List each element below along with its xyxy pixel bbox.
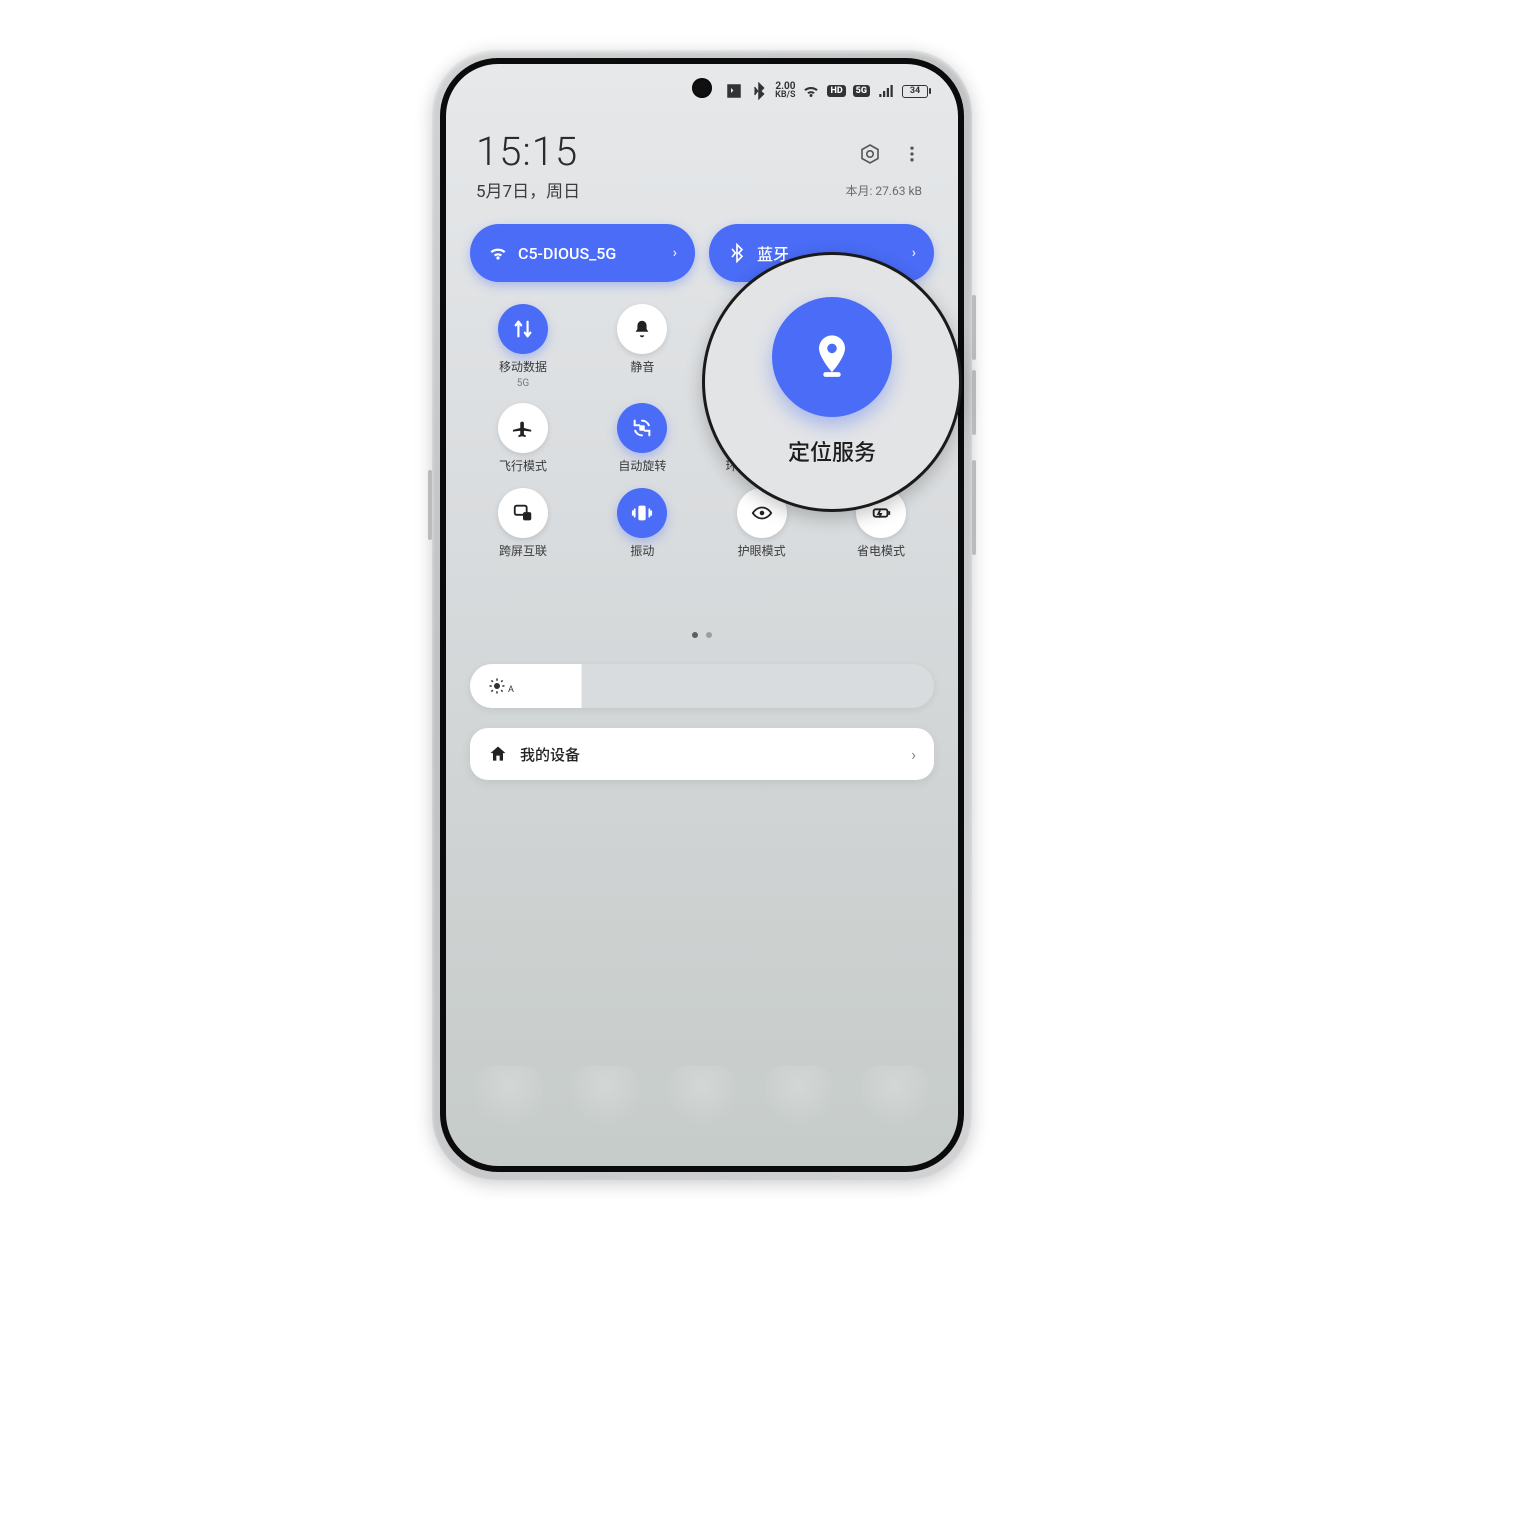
net-badge: 5G (853, 85, 870, 97)
front-camera (692, 78, 712, 98)
tile-plane[interactable]: 飞行模式 (470, 403, 576, 473)
tile-label: 振动 (630, 544, 654, 558)
nfc-icon (725, 82, 743, 100)
rotate-icon (617, 403, 667, 453)
volume-up-button (972, 295, 976, 360)
callout-magnifier: 定位服务 (702, 252, 962, 512)
tile-label: 省电模式 (857, 544, 905, 558)
page-indicator (446, 632, 958, 638)
wifi-icon (488, 243, 508, 263)
tile-label: 自动旋转 (618, 459, 666, 473)
data-usage: 本月: 27.63 kB (845, 182, 922, 199)
volume-down-button (972, 370, 976, 435)
callout-label: 定位服务 (788, 435, 876, 467)
battery-indicator: 34 (902, 85, 928, 98)
signal-icon (877, 82, 895, 100)
net-speed: 2.00 KB/S (775, 82, 795, 99)
bluetooth-icon (727, 243, 747, 263)
chevron-right-icon: › (911, 745, 916, 764)
tile-label: 静音 (630, 360, 654, 374)
tile-data[interactable]: 移动数据 5G (470, 304, 576, 389)
side-button (428, 470, 432, 540)
wifi-icon (802, 82, 820, 100)
more-icon[interactable] (902, 142, 922, 166)
hd-badge: HD (827, 85, 845, 97)
bell-icon (617, 304, 667, 354)
panel-header: 15:15 5月7日，周日 本月: 27.63 kB (476, 128, 928, 202)
chevron-right-icon: › (912, 245, 916, 261)
home-dock-hint (446, 1066, 958, 1134)
data-icon (498, 304, 548, 354)
phone-frame: 2.00 KB/S HD 5G 34 15:15 5月7日，周日 (432, 50, 972, 1180)
phone-screen: 2.00 KB/S HD 5G 34 15:15 5月7日，周日 (446, 64, 958, 1166)
my-devices-label: 我的设备 (520, 744, 580, 765)
plane-icon (498, 403, 548, 453)
chevron-right-icon: › (673, 245, 677, 261)
tile-sublabel: 5G (517, 378, 529, 389)
auto-brightness-label: A (508, 685, 514, 695)
home-icon (488, 744, 508, 764)
my-devices-card[interactable]: 我的设备 › (470, 728, 934, 780)
status-bar: 2.00 KB/S HD 5G 34 (725, 82, 928, 100)
vibrate-icon (617, 488, 667, 538)
settings-icon[interactable] (858, 142, 882, 166)
brightness-slider[interactable]: A (470, 664, 934, 708)
tile-cast[interactable]: 跨屏互联 (470, 488, 576, 558)
tile-label: 飞行模式 (499, 459, 547, 473)
tile-vibrate[interactable]: 振动 (589, 488, 695, 558)
tile-label: 移动数据 (499, 360, 547, 374)
brightness-icon (488, 677, 506, 695)
bluetooth-icon (750, 82, 768, 100)
wifi-toggle[interactable]: C5-DIOUS_5G › (470, 224, 695, 282)
tile-rotate[interactable]: 自动旋转 (589, 403, 695, 473)
location-pin-icon (806, 331, 858, 383)
tile-bell[interactable]: 静音 (589, 304, 695, 389)
location-services-toggle[interactable] (772, 297, 892, 417)
power-button (972, 460, 976, 555)
phone-bezel: 2.00 KB/S HD 5G 34 15:15 5月7日，周日 (440, 58, 964, 1172)
wifi-label: C5-DIOUS_5G (518, 244, 616, 263)
tile-label: 护眼模式 (738, 544, 786, 558)
tile-label: 跨屏互联 (499, 544, 547, 558)
cast-icon (498, 488, 548, 538)
